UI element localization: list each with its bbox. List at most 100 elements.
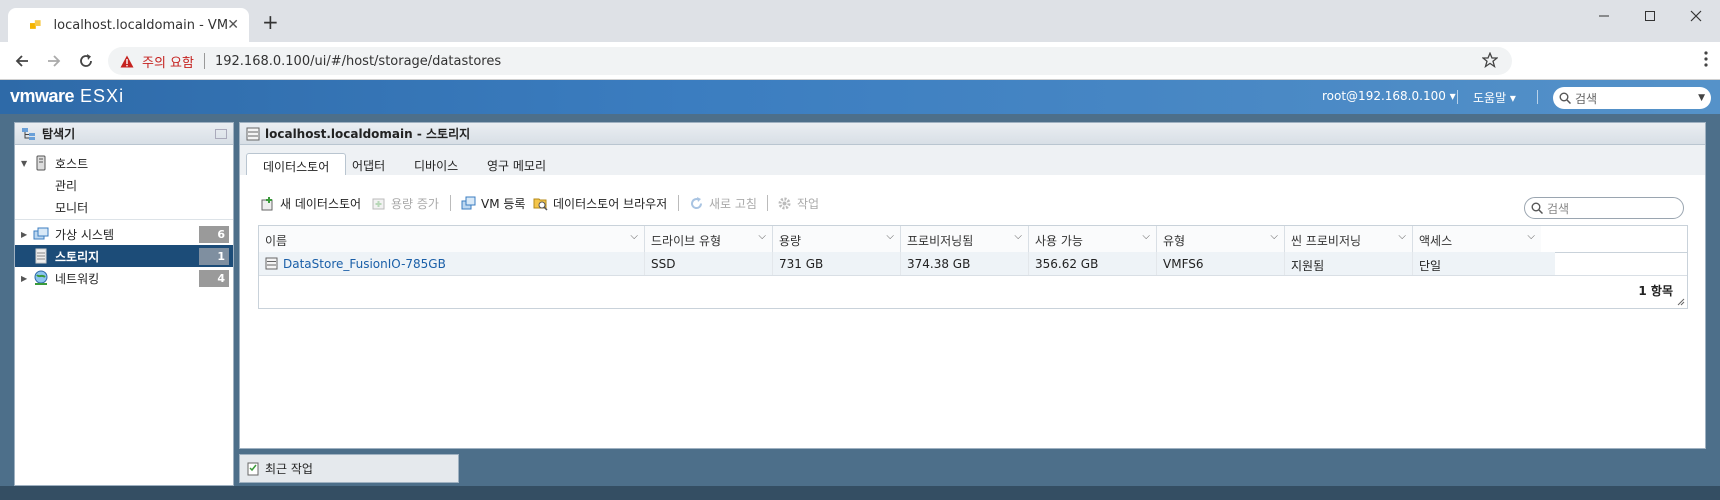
storage-count-badge: 1: [199, 248, 229, 265]
navigator-header: 탐색기: [15, 123, 233, 145]
increase-capacity-button[interactable]: 용량 증가: [371, 193, 439, 213]
column-header-capacity[interactable]: 용량 ⌵: [773, 226, 901, 252]
datastore-search-input[interactable]: 검색: [1524, 197, 1684, 219]
tab-close-icon[interactable]: ✕: [227, 17, 239, 33]
table-cell-free: 356.62 GB: [1029, 252, 1157, 275]
chevron-down-icon[interactable]: ⌵: [630, 231, 638, 242]
datastore-link[interactable]: DataStore_FusionIO-785GB: [283, 257, 446, 271]
toolbar-separator: [767, 195, 768, 211]
vmware-favicon-icon: [30, 20, 41, 29]
chevron-down-icon[interactable]: ⌵: [1142, 231, 1150, 242]
collapse-navigator-button[interactable]: [215, 128, 227, 139]
datastore-browser-icon: [533, 198, 548, 211]
table-cell-capacity: 731 GB: [773, 252, 901, 275]
column-header-label: 유형: [1163, 234, 1186, 248]
column-header-label: 씬 프로비저닝: [1291, 234, 1362, 248]
back-button[interactable]: [12, 51, 32, 71]
nav-host[interactable]: ▼ 호스트: [15, 152, 233, 174]
column-header-thin-provisioning[interactable]: 씬 프로비저닝 ⌵: [1285, 226, 1413, 252]
nav-host-label: 호스트: [55, 156, 89, 171]
register-vm-button[interactable]: VM 등록: [461, 193, 525, 213]
logo-vmware: vmware: [10, 86, 75, 106]
increase-capacity-label: 용량 증가: [391, 196, 439, 211]
network-count-badge: 4: [199, 270, 229, 287]
header-search-input[interactable]: 검색 ▼: [1553, 87, 1711, 109]
column-header-name[interactable]: 이름 ⌵: [259, 226, 645, 252]
table-cell-access: 단일: [1413, 252, 1555, 275]
header-separator: [1457, 90, 1458, 104]
nav-networking[interactable]: ▶ 네트워킹 4: [15, 267, 233, 289]
column-header-free[interactable]: 사용 가능 ⌵: [1029, 226, 1157, 252]
header-search-placeholder: 검색: [1575, 91, 1598, 106]
refresh-icon: [691, 196, 703, 209]
new-datastore-button[interactable]: 새 데이터스토어: [260, 193, 361, 213]
row-divider: [259, 275, 1687, 276]
main-panel-header: localhost.localdomain - 스토리지: [240, 123, 1705, 145]
close-icon: [1690, 10, 1702, 22]
browser-tab[interactable]: localhost.localdomain - VMware ✕: [8, 8, 249, 42]
storage-icon: [35, 248, 47, 264]
table-cell-name: DataStore_FusionIO-785GB: [259, 252, 645, 275]
datastore-browser-button[interactable]: 데이터스토어 브라우저: [533, 193, 667, 213]
tab-title: localhost.localdomain - VMware: [53, 17, 228, 33]
chevron-down-icon[interactable]: ⌵: [1527, 231, 1535, 242]
maximize-icon: [1645, 11, 1655, 21]
vm-count-badge: 6: [199, 226, 229, 243]
tab-adapters[interactable]: 어댑터: [336, 153, 401, 175]
refresh-button[interactable]: 새로 고침: [689, 193, 757, 213]
esxi-header: vmware ESXi root@192.168.0.100 ▾ 도움말 ▾ 검…: [0, 80, 1720, 114]
chevron-down-icon[interactable]: ⌵: [1270, 231, 1278, 242]
security-warning[interactable]: 주의 요함: [142, 52, 194, 71]
nav-divider: [15, 219, 233, 220]
tab-devices[interactable]: 디바이스: [398, 153, 474, 175]
forward-button[interactable]: [44, 51, 64, 71]
chevron-down-icon[interactable]: ⌵: [758, 231, 766, 242]
nav-storage[interactable]: 스토리지 1: [15, 245, 233, 267]
recent-tasks-label: 최근 작업: [265, 462, 313, 476]
table-cell-type: VMFS6: [1157, 252, 1285, 275]
column-header-drive-type[interactable]: 드라이브 유형 ⌵: [645, 226, 773, 252]
user-menu[interactable]: root@192.168.0.100 ▾: [1322, 89, 1456, 103]
nav-host-manage[interactable]: 관리: [55, 177, 77, 194]
expand-caret-icon[interactable]: ▼: [21, 159, 31, 168]
datastore-grid: 이름 ⌵ 드라이브 유형 ⌵ 용량 ⌵ 프로비저닝됨 ⌵ 사용 가능 ⌵ 유형 ⌵ 씬 프로…: [258, 225, 1688, 309]
new-tab-button[interactable]: +: [262, 12, 279, 32]
tasks-checklist-icon: [247, 462, 259, 475]
tab-datastores[interactable]: 데이터스토어: [246, 153, 347, 175]
column-header-access[interactable]: 액세스 ⌵: [1413, 226, 1541, 252]
recent-tasks-button[interactable]: 최근 작업: [239, 454, 459, 483]
help-menu[interactable]: 도움말 ▾: [1473, 89, 1516, 106]
chevron-down-icon[interactable]: ⌵: [886, 231, 894, 242]
increase-capacity-icon: [372, 198, 385, 209]
chevron-down-icon[interactable]: ⌵: [1014, 231, 1022, 242]
expand-caret-icon[interactable]: ▶: [21, 274, 31, 283]
datastore-icon: [265, 257, 278, 270]
column-header-provisioned[interactable]: 프로비저닝됨 ⌵: [901, 226, 1029, 252]
column-header-label: 이름: [265, 234, 288, 248]
bookmark-star-icon[interactable]: [1482, 52, 1498, 68]
item-count: 1 항목: [1638, 284, 1673, 298]
minimize-button[interactable]: [1592, 6, 1616, 26]
search-dropdown-icon[interactable]: ▼: [1698, 93, 1705, 103]
page-title: localhost.localdomain - 스토리지: [265, 127, 471, 141]
actions-label: 작업: [797, 196, 820, 211]
column-header-type[interactable]: 유형 ⌵: [1157, 226, 1285, 252]
reload-button[interactable]: [76, 51, 96, 71]
new-datastore-icon: [261, 196, 273, 210]
actions-button[interactable]: 작업: [777, 193, 819, 213]
close-window-button[interactable]: [1684, 6, 1708, 26]
maximize-button[interactable]: [1638, 6, 1662, 26]
tab-persistent-memory[interactable]: 영구 메모리: [471, 153, 562, 175]
url-text[interactable]: 192.168.0.100/ui/#/host/storage/datastor…: [215, 54, 501, 69]
chevron-down-icon[interactable]: ⌵: [1398, 231, 1406, 242]
toolbar-separator: [678, 195, 679, 211]
table-cell-drive-type: SSD: [645, 252, 773, 275]
nav-virtual-machines[interactable]: ▶ 가상 시스템 6: [15, 223, 233, 245]
address-bar[interactable]: 주의 요함 192.168.0.100/ui/#/host/storage/da…: [108, 47, 1512, 75]
toolbar-separator: [450, 195, 451, 211]
expand-caret-icon[interactable]: ▶: [21, 230, 31, 239]
nav-storage-label: 스토리지: [55, 249, 100, 264]
resize-grip-icon[interactable]: [1677, 298, 1685, 306]
more-menu-icon[interactable]: [1704, 51, 1708, 67]
nav-host-monitor[interactable]: 모니터: [55, 199, 88, 216]
